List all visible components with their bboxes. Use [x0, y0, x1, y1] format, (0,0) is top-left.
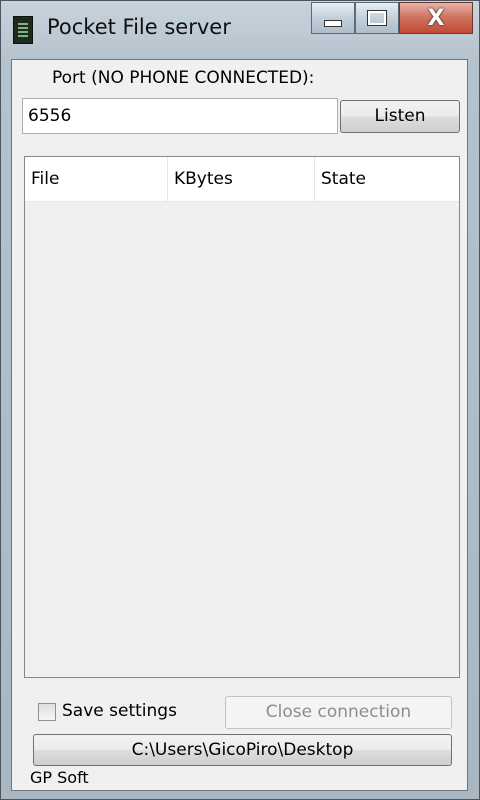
app-icon[interactable]	[13, 16, 33, 44]
file-list-header: File KBytes State	[25, 157, 459, 202]
minimize-button[interactable]	[311, 2, 355, 34]
file-list[interactable]: File KBytes State	[24, 156, 460, 678]
caption-buttons: X	[311, 2, 473, 36]
save-settings-checkbox[interactable]	[38, 703, 56, 721]
app-window: Pocket File server X Port (NO PHONE CONN…	[0, 0, 480, 800]
close-icon: X	[427, 5, 445, 31]
window-title: Pocket File server	[47, 15, 231, 39]
column-header-kbytes[interactable]: KBytes	[168, 157, 315, 201]
folder-path-button[interactable]: C:\Users\GicoPiro\Desktop	[33, 734, 452, 766]
listen-button[interactable]: Listen	[340, 100, 460, 133]
footer-text: GP Soft	[30, 768, 89, 787]
maximize-button[interactable]	[355, 2, 399, 34]
close-connection-button[interactable]: Close connection	[225, 696, 452, 729]
column-header-state[interactable]: State	[315, 157, 459, 201]
column-header-file[interactable]: File	[25, 157, 168, 201]
client-area: Port (NO PHONE CONNECTED): Listen File K…	[11, 59, 468, 791]
port-input[interactable]	[22, 98, 338, 134]
save-settings-label[interactable]: Save settings	[62, 701, 177, 721]
title-bar[interactable]: Pocket File server X	[1, 1, 479, 59]
port-label: Port (NO PHONE CONNECTED):	[52, 68, 315, 88]
close-window-button[interactable]: X	[399, 2, 473, 34]
